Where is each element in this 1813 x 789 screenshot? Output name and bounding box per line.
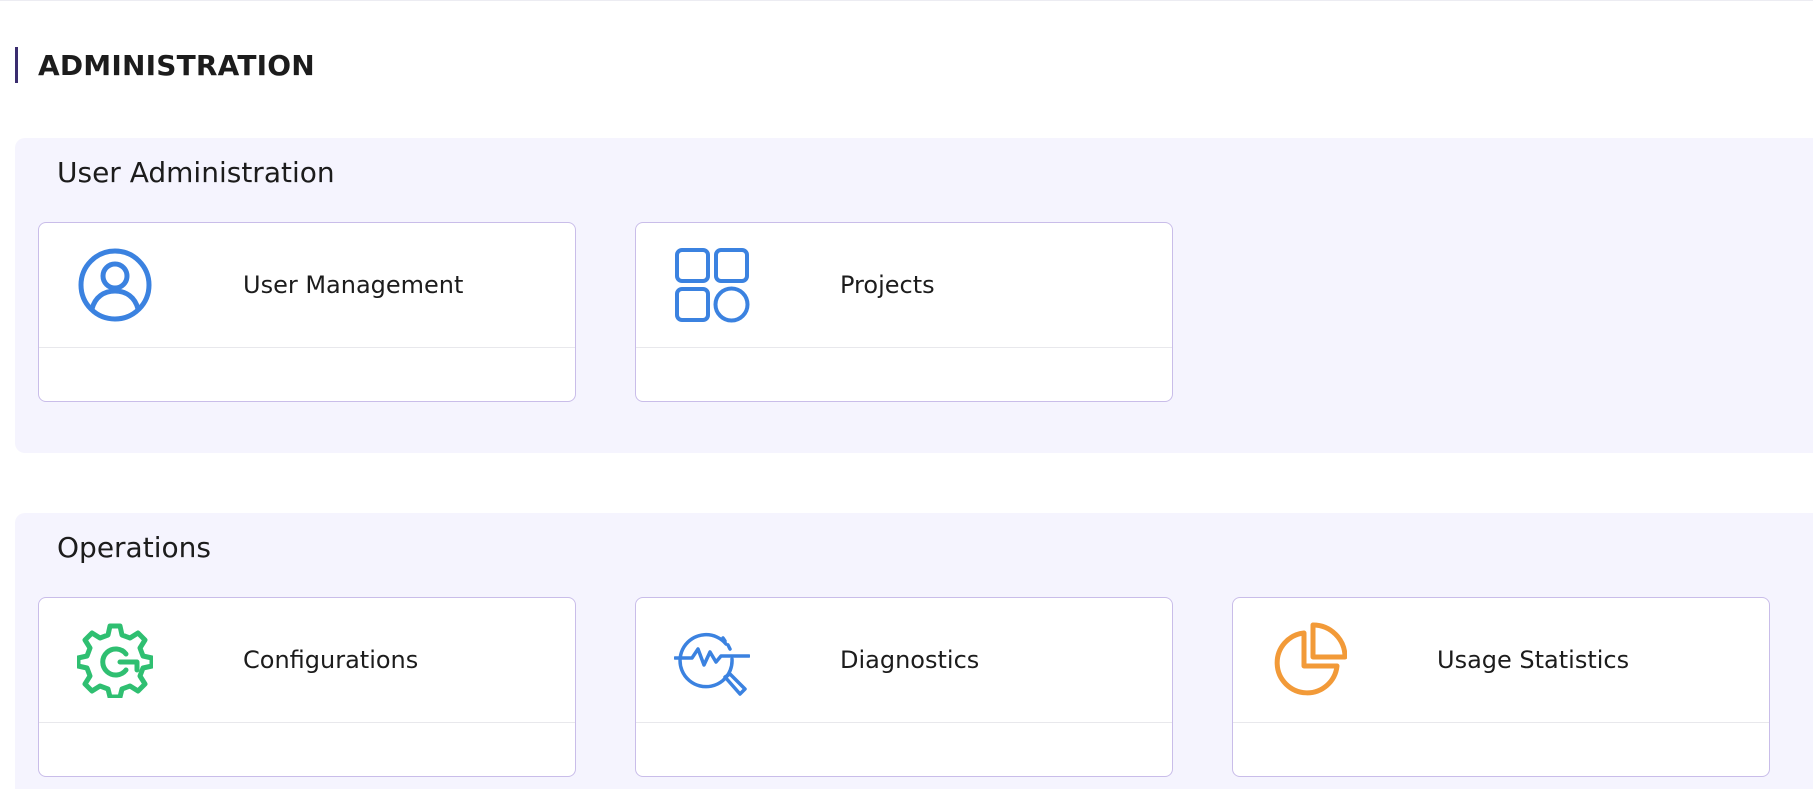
card-header: Configurations bbox=[39, 598, 575, 723]
gear-icon bbox=[77, 622, 153, 698]
section-title: Operations bbox=[57, 531, 211, 564]
card-header: Usage Statistics bbox=[1233, 598, 1769, 723]
page-title: ADMINISTRATION bbox=[38, 48, 315, 82]
card-projects[interactable]: Projects bbox=[635, 222, 1173, 402]
administration-page: ADMINISTRATION User Administration User … bbox=[0, 0, 1813, 789]
section-user-administration: User Administration User Management Proj… bbox=[15, 138, 1813, 453]
card-label: Configurations bbox=[243, 646, 419, 674]
card-label: Diagnostics bbox=[840, 646, 980, 674]
section-title: User Administration bbox=[57, 156, 335, 189]
user-icon bbox=[77, 247, 153, 323]
card-usage-statistics[interactable]: Usage Statistics bbox=[1232, 597, 1770, 777]
card-header: Projects bbox=[636, 223, 1172, 348]
card-header: Diagnostics bbox=[636, 598, 1172, 723]
card-diagnostics[interactable]: Diagnostics bbox=[635, 597, 1173, 777]
section-operations: Operations Configurations Diagnostics Us… bbox=[15, 513, 1813, 789]
card-configurations[interactable]: Configurations bbox=[38, 597, 576, 777]
diagnostics-search-icon bbox=[674, 622, 750, 698]
pie-chart-icon bbox=[1271, 622, 1347, 698]
card-user-management[interactable]: User Management bbox=[38, 222, 576, 402]
grid-apps-icon bbox=[674, 247, 750, 323]
card-label: Projects bbox=[840, 271, 935, 299]
card-label: Usage Statistics bbox=[1437, 646, 1630, 674]
card-header: User Management bbox=[39, 223, 575, 348]
page-header: ADMINISTRATION bbox=[15, 47, 315, 83]
card-label: User Management bbox=[243, 271, 464, 299]
